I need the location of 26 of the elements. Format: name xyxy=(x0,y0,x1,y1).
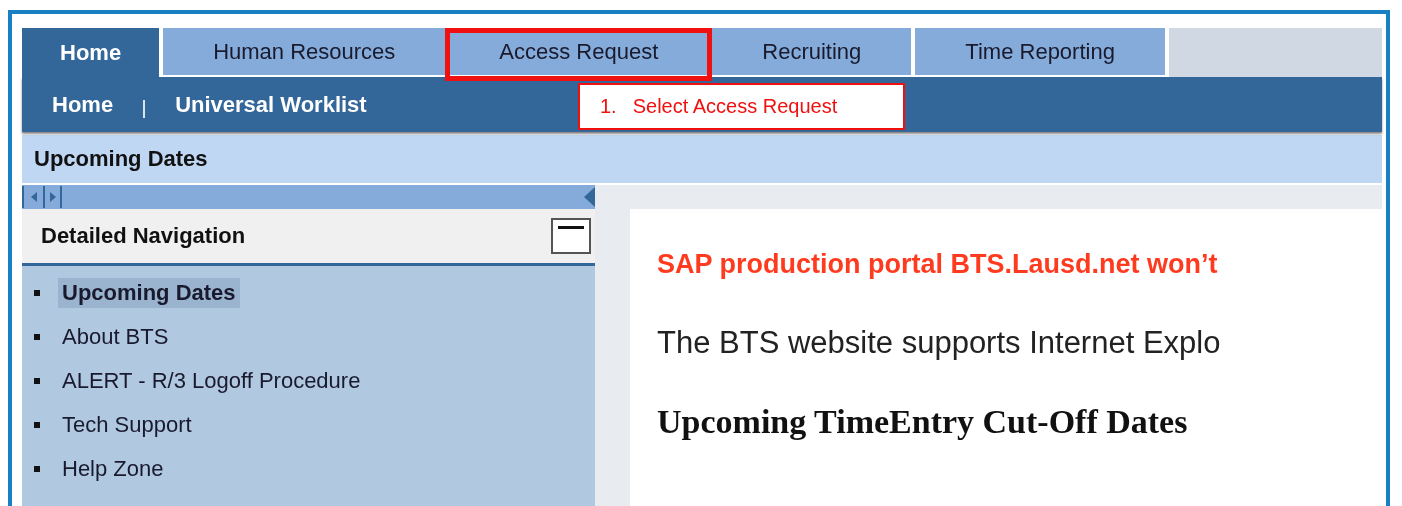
navigation-link[interactable]: Help Zone xyxy=(58,454,168,484)
tab[interactable]: Home xyxy=(22,28,160,77)
bullet-icon xyxy=(34,334,40,340)
step-number: 1. xyxy=(600,95,617,118)
sub-navigation-link[interactable]: Universal Worklist xyxy=(175,91,367,118)
navigation-link[interactable]: Tech Support xyxy=(58,410,196,440)
minimize-button[interactable] xyxy=(551,218,591,254)
collapse-arrow-icon[interactable] xyxy=(583,186,595,208)
tab[interactable]: Time Reporting xyxy=(915,28,1165,77)
tab[interactable]: Recruiting xyxy=(712,28,912,77)
bullet-icon xyxy=(34,378,40,384)
bullet-icon xyxy=(34,290,40,296)
section-heading: Upcoming TimeEntry Cut-Off Dates xyxy=(657,403,1189,441)
scroll-arrows-icon[interactable] xyxy=(22,186,62,208)
page-title: Upcoming Dates xyxy=(34,146,208,172)
instruction-text: Select Access Request xyxy=(632,95,838,118)
bullet-icon xyxy=(34,422,40,428)
bullet-icon xyxy=(34,466,40,472)
tab[interactable]: Human Resources xyxy=(163,28,446,77)
navigation-link[interactable]: ALERT - R/3 Logoff Procedure xyxy=(58,366,365,396)
browser-note: The BTS website supports Internet Explo xyxy=(657,325,1222,361)
notice-text: SAP production portal BTS.Lausd.net won’t xyxy=(657,249,1219,280)
sub-navigation-link[interactable]: Home xyxy=(52,91,114,118)
navigation-link[interactable]: About BTS xyxy=(58,322,173,352)
navigation-link[interactable]: Upcoming Dates xyxy=(58,278,240,308)
panel-title: Detailed Navigation xyxy=(41,223,246,249)
